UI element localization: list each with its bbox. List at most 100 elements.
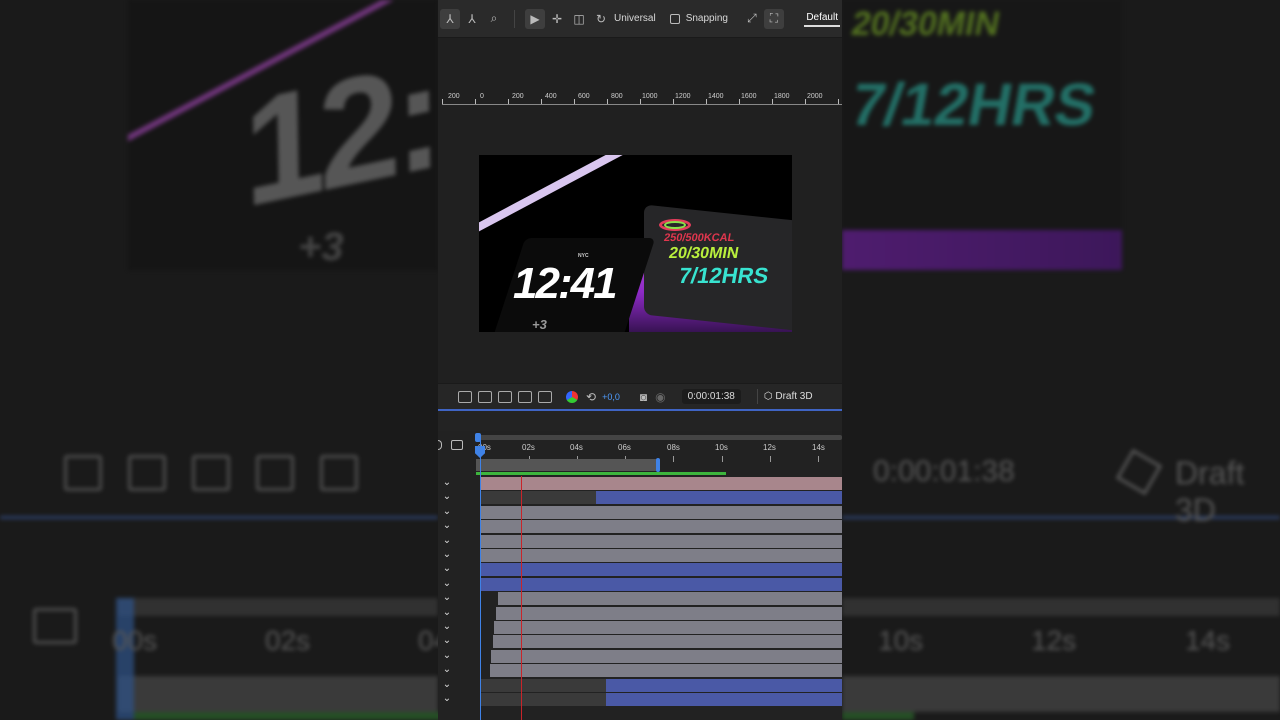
ruler-tick: 600 [578, 93, 590, 100]
layer-bar[interactable] [480, 491, 596, 505]
ruler-tick: 1200 [675, 93, 691, 100]
layer-row[interactable]: ⌄ [438, 519, 842, 534]
rotate-icon[interactable]: ↻ [591, 9, 611, 29]
layer-row[interactable]: ⌄ [438, 620, 842, 634]
roto-brush-icon[interactable]: ⌕ [484, 9, 504, 29]
viewer-controls: ⟲ +0,0 ◙ ◉ 0:00:01:38 ⬡ Draft 3D [438, 383, 842, 409]
layer-bar[interactable] [493, 635, 842, 649]
chevron-down-icon[interactable]: ⌄ [441, 577, 453, 591]
chevron-down-icon[interactable]: ⌄ [441, 606, 453, 620]
out-marker-line [521, 476, 522, 720]
background-tick: 00s [112, 625, 158, 656]
work-area-end-handle[interactable] [656, 458, 660, 472]
activity-rings-inner-icon [664, 221, 686, 229]
move-tool-icon[interactable]: ✛ [547, 9, 567, 29]
layer-bar[interactable] [606, 693, 842, 706]
snapping-checkbox[interactable] [669, 13, 680, 24]
chevron-down-icon[interactable]: ⌄ [441, 663, 453, 677]
background-icon [256, 455, 294, 491]
layer-bar[interactable] [596, 491, 842, 505]
chevron-down-icon[interactable]: ⌄ [441, 562, 453, 576]
ruler-tick: 1600 [741, 93, 757, 100]
layer-bar[interactable] [480, 693, 606, 706]
layer-bar[interactable] [480, 534, 842, 548]
chevron-down-icon[interactable]: ⌄ [441, 649, 453, 663]
chevron-down-icon[interactable]: ⌄ [441, 548, 453, 562]
chevron-down-icon[interactable]: ⌄ [441, 678, 453, 692]
layer-row[interactable]: ⌄ [438, 634, 842, 649]
chevron-down-icon[interactable]: ⌄ [441, 490, 453, 504]
layer-row[interactable]: ⌄ [438, 534, 842, 548]
layer-row[interactable]: ⌄ [438, 505, 842, 519]
renderer-draft-3d[interactable]: ⬡ Draft 3D [756, 389, 819, 404]
layer-bar[interactable] [480, 577, 842, 591]
region-of-interest-icon[interactable] [518, 390, 532, 403]
layer-row[interactable]: ⌄ [438, 606, 842, 620]
composition-frame[interactable]: 250/500KCAL 20/30MIN 7/12HRS NYC 12:41 +… [479, 155, 792, 332]
layer-bar[interactable] [606, 678, 842, 692]
chevron-down-icon[interactable]: ⌄ [441, 534, 453, 548]
layer-bar[interactable] [480, 678, 606, 692]
snap-edge-icon[interactable]: ⤢ [742, 9, 762, 29]
time-navigator-bar[interactable] [476, 435, 842, 440]
graph-editor-icon[interactable] [451, 440, 463, 450]
grid-guides-icon[interactable] [538, 390, 552, 403]
layer-row[interactable]: ⌄ [438, 476, 842, 490]
layer-row[interactable]: ⌄ [438, 692, 842, 706]
layer-bar[interactable] [480, 563, 842, 577]
background-icon [64, 455, 102, 491]
transparency-grid-icon[interactable] [478, 390, 492, 403]
horizontal-ruler: 200 0 200 400 600 800 1000 1200 1400 160… [442, 91, 842, 105]
current-timecode[interactable]: 0:00:01:38 [681, 389, 741, 404]
camera-icon[interactable]: ◙ [640, 390, 647, 404]
chevron-down-icon[interactable]: ⌄ [441, 692, 453, 706]
layer-row[interactable]: ⌄ [438, 649, 842, 663]
chevron-down-icon[interactable]: ⌄ [441, 505, 453, 519]
layer-bar[interactable] [480, 477, 842, 490]
universal-label[interactable]: Universal [614, 13, 656, 24]
layer-row[interactable]: ⌄ [438, 678, 842, 692]
layer-bar[interactable] [491, 649, 842, 663]
composition-viewer[interactable]: 200 0 200 400 600 800 1000 1200 1400 160… [438, 38, 842, 383]
chevron-down-icon[interactable]: ⌄ [441, 519, 453, 533]
chevron-down-icon[interactable]: ⌄ [441, 476, 453, 490]
layer-row[interactable]: ⌄ [438, 577, 842, 591]
mask-visibility-icon[interactable] [498, 390, 512, 403]
layer-bar[interactable] [498, 592, 842, 606]
time-tick: 08s [667, 443, 680, 452]
color-channels-icon[interactable] [566, 390, 578, 403]
layer-bar[interactable] [480, 505, 842, 519]
reset-exposure-icon[interactable]: ⟲ [586, 390, 596, 404]
chevron-down-icon[interactable]: ⌄ [441, 634, 453, 648]
layer-bar[interactable] [496, 606, 842, 620]
layer-row[interactable]: ⌄ [438, 548, 842, 562]
puppet-tool-icon[interactable]: ⅄ [440, 8, 460, 29]
snapping-label[interactable]: Snapping [686, 13, 728, 24]
layer-bar[interactable] [480, 520, 842, 534]
layer-row[interactable]: ⌄ [438, 663, 842, 678]
layer-row[interactable]: ⌄ [438, 562, 842, 577]
background-timecode: 0:00:01:38 [873, 455, 1015, 488]
layer-bar[interactable] [494, 621, 842, 634]
background-left: 12:2 +3 00s 02s 04s [0, 0, 438, 720]
layer-row[interactable]: ⌄ [438, 591, 842, 606]
layer-row[interactable]: ⌄ [438, 490, 842, 505]
puppet-pin-icon[interactable]: ⅄ [462, 9, 482, 29]
snap-grid-icon[interactable]: ⛶ [763, 8, 784, 29]
transform-box-icon[interactable]: ◫ [569, 9, 589, 29]
background-icon [320, 455, 358, 491]
exposure-value[interactable]: +0,0 [602, 392, 620, 402]
work-area-bar[interactable] [476, 459, 658, 471]
fast-preview-icon[interactable] [458, 390, 472, 403]
background-icon [192, 455, 230, 491]
background-tick: 02s [265, 625, 311, 656]
layer-tracks: ⌄ ⌄ ⌄ ⌄ ⌄ ⌄ ⌄ ⌄ ⌄ ⌄ ⌄ ⌄ ⌄ ⌄ ⌄ ⌄ [438, 476, 842, 720]
show-snapshot-icon[interactable]: ◉ [655, 390, 665, 404]
layer-bar[interactable] [480, 549, 842, 562]
chevron-down-icon[interactable]: ⌄ [441, 591, 453, 605]
layer-bar[interactable] [490, 664, 842, 678]
current-time-indicator[interactable] [480, 437, 481, 720]
arrow-pointer-icon[interactable]: ▶ [525, 8, 545, 29]
chevron-down-icon[interactable]: ⌄ [441, 620, 453, 634]
workspace-default-tab[interactable]: Default [804, 10, 840, 27]
